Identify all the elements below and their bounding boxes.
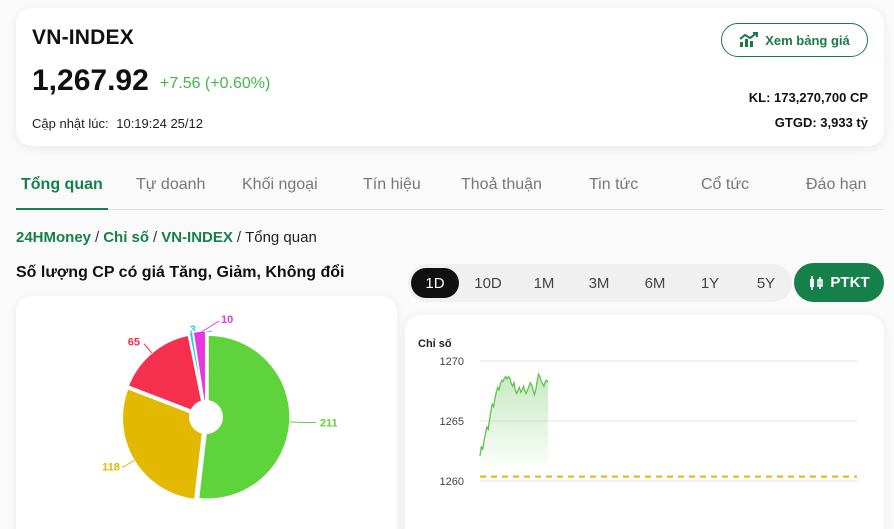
slice-label: 211 (320, 418, 338, 430)
candlestick-icon (810, 275, 824, 290)
tab-overview[interactable]: Tổng quan (21, 176, 103, 194)
donut-hole (189, 400, 223, 434)
range-3m[interactable]: 3M (575, 268, 623, 298)
slice-leader-line (121, 460, 135, 468)
chart-trend-icon (739, 32, 759, 47)
tab-maturity[interactable]: Đáo hạn (806, 176, 867, 194)
slice-label: 65 (128, 337, 140, 349)
breadcrumb-vnindex[interactable]: VN-INDEX (161, 229, 233, 246)
slice-leader-line (143, 343, 153, 354)
tab-signals[interactable]: Tín hiệu (363, 176, 421, 194)
y-tick-label: 1270 (440, 356, 464, 368)
range-1m[interactable]: 1M (520, 268, 568, 298)
slice-label: 118 (102, 462, 120, 474)
tab-bar: Tổng quan Tự doanh Khối ngoại Tín hiệu T… (16, 164, 884, 210)
updated-time: Cập nhật lúc: 10:19:24 25/12 (32, 116, 203, 131)
breadcrumb-home[interactable]: 24HMoney (16, 229, 91, 246)
index-summary-card: VN-INDEX 1,267.92 +7.56 (+0.60%) Cập nhậ… (16, 8, 884, 146)
tab-proprietary[interactable]: Tự doanh (136, 176, 205, 194)
tab-news[interactable]: Tin tức (589, 176, 638, 194)
index-change: +7.56 (+0.60%) (160, 75, 271, 92)
intraday-chart: 1270 1265 1260 (440, 356, 857, 488)
technical-analysis-button[interactable]: PTKT (794, 263, 884, 302)
turnover-text: GTGD: 3,933 tỷ (774, 115, 868, 130)
index-name: VN-INDEX (32, 26, 134, 49)
breadth-pie-chart: 21111865310 (102, 314, 338, 501)
y-tick-label: 1260 (440, 476, 464, 488)
range-5y[interactable]: 5Y (742, 268, 790, 298)
breadth-pie-card: 211 118 65 3 10 (16, 296, 397, 529)
updated-label: Cập nhật lúc: (32, 116, 109, 131)
price-board-button[interactable]: Xem bảng giá (721, 23, 868, 57)
breadcrumb-indices[interactable]: Chỉ số (103, 229, 149, 246)
y-tick-label: 1265 (440, 416, 464, 428)
breadcrumb: 24HMoney / Chỉ số / VN-INDEX / Tổng quan (16, 229, 317, 246)
tab-negotiated[interactable]: Thoả thuận (461, 176, 542, 194)
index-area-fill (480, 374, 548, 466)
range-6m[interactable]: 6M (631, 268, 679, 298)
updated-value: 10:19:24 25/12 (116, 116, 203, 131)
volume-text: KL: 173,270,700 CP (748, 90, 868, 105)
range-1d[interactable]: 1D (411, 268, 459, 298)
tab-foreign[interactable]: Khối ngoại (242, 176, 318, 194)
technical-analysis-label: PTKT (830, 274, 870, 291)
time-range-selector: 1D 10D 1M 3M 6M 1Y 5Y (408, 264, 792, 302)
slice-label: 10 (221, 314, 233, 326)
intraday-chart-card: Chỉ số 1270 1265 1260 (405, 315, 884, 529)
price-board-label: Xem bảng giá (765, 32, 850, 48)
active-tab-indicator (16, 208, 108, 210)
breadcrumb-current: Tổng quan (245, 229, 317, 246)
range-1y[interactable]: 1Y (686, 268, 734, 298)
range-10d[interactable]: 10D (464, 268, 512, 298)
breadth-section-title: Số lượng CP có giá Tăng, Giảm, Không đổi (16, 264, 345, 281)
index-value: 1,267.92 (32, 64, 149, 97)
slice-leader-line (289, 421, 316, 424)
tab-dividends[interactable]: Cổ tức (701, 176, 749, 194)
